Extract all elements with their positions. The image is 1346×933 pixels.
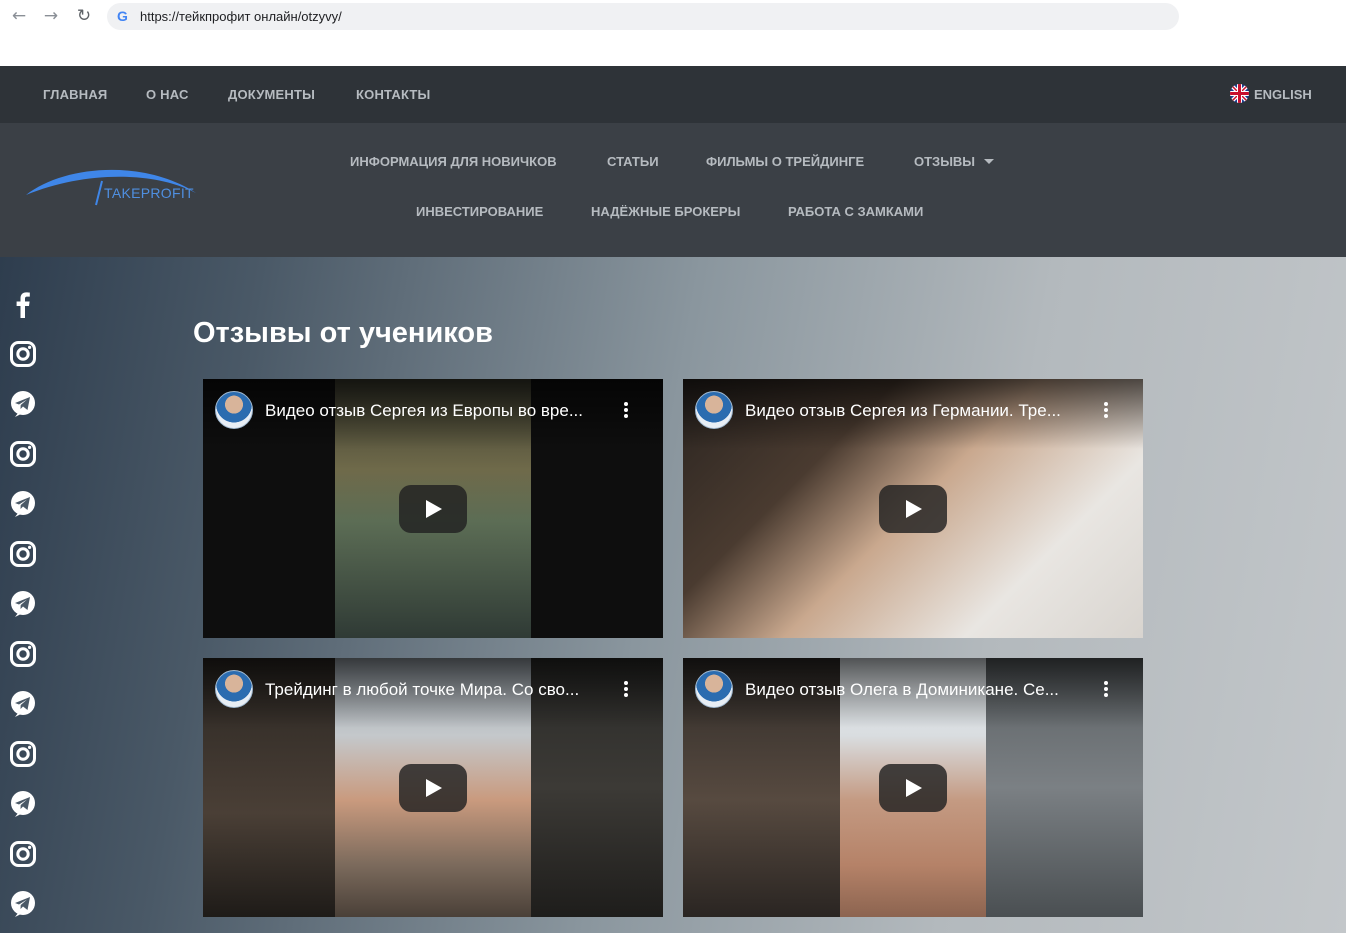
- instagram-icon[interactable]: [9, 540, 37, 568]
- takeprofit-logo[interactable]: TAKEPROFIT: [24, 163, 204, 213]
- play-button[interactable]: [399, 485, 467, 533]
- more-options-icon[interactable]: [1103, 400, 1109, 420]
- main-content: Отзывы от учеников Видео отзыв Сергея из…: [0, 257, 1346, 933]
- play-icon: [426, 500, 442, 518]
- facebook-icon[interactable]: [9, 290, 37, 318]
- more-options-icon[interactable]: [623, 400, 629, 420]
- address-bar[interactable]: G https://тейкпрофит онлайн/otzyvy/: [107, 3, 1179, 30]
- menu-item-locks[interactable]: РАБОТА С ЗАМКАМИ: [788, 204, 923, 219]
- video-title[interactable]: Трейдинг в любой точке Мира. Со сво...: [265, 680, 610, 700]
- menu-item-trading-films[interactable]: ФИЛЬМЫ О ТРЕЙДИНГЕ: [706, 154, 864, 169]
- telegram-icon[interactable]: [9, 490, 37, 518]
- video-card[interactable]: Видео отзыв Сергея из Германии. Тре...: [683, 379, 1143, 638]
- nav-item-about[interactable]: О НАС: [146, 87, 189, 102]
- play-icon: [906, 500, 922, 518]
- telegram-icon[interactable]: [9, 790, 37, 818]
- video-card[interactable]: Видео отзыв Сергея из Европы во вре...: [203, 379, 663, 638]
- telegram-icon[interactable]: [9, 590, 37, 618]
- telegram-icon[interactable]: [9, 690, 37, 718]
- menu-item-reviews[interactable]: ОТЗЫВЫ: [914, 154, 975, 169]
- channel-avatar[interactable]: [695, 391, 733, 429]
- menu-item-articles[interactable]: СТАТЬИ: [607, 154, 659, 169]
- play-button[interactable]: [879, 764, 947, 812]
- uk-flag-icon: [1230, 84, 1249, 103]
- video-card[interactable]: Видео отзыв Олега в Доминикане. Се...: [683, 658, 1143, 917]
- menu-item-brokers[interactable]: НАДЁЖНЫЕ БРОКЕРЫ: [591, 204, 740, 219]
- play-icon: [906, 779, 922, 797]
- instagram-icon[interactable]: [9, 840, 37, 868]
- top-navigation: ГЛАВНАЯ О НАС ДОКУМЕНТЫ КОНТАКТЫ ENGLISH: [0, 66, 1346, 123]
- nav-item-contacts[interactable]: КОНТАКТЫ: [356, 87, 430, 102]
- instagram-icon[interactable]: [9, 340, 37, 368]
- nav-item-home[interactable]: ГЛАВНАЯ: [43, 87, 107, 102]
- browser-toolbar: ← → ↻ G https://тейкпрофит онлайн/otzyvy…: [0, 0, 1346, 66]
- telegram-icon[interactable]: [9, 890, 37, 918]
- video-card[interactable]: Трейдинг в любой точке Мира. Со сво...: [203, 658, 663, 917]
- video-title[interactable]: Видео отзыв Олега в Доминикане. Се...: [745, 680, 1090, 700]
- more-options-icon[interactable]: [623, 679, 629, 699]
- telegram-icon[interactable]: [9, 390, 37, 418]
- play-icon: [426, 779, 442, 797]
- video-title[interactable]: Видео отзыв Сергея из Европы во вре...: [265, 401, 610, 421]
- menu-item-beginners[interactable]: ИНФОРМАЦИЯ ДЛЯ НОВИЧКОВ: [350, 154, 557, 169]
- play-button[interactable]: [399, 764, 467, 812]
- channel-avatar[interactable]: [215, 391, 253, 429]
- logo-text: TAKEPROFIT: [104, 185, 194, 201]
- instagram-icon[interactable]: [9, 440, 37, 468]
- language-label: ENGLISH: [1254, 87, 1312, 102]
- site-header: TAKEPROFIT ИНФОРМАЦИЯ ДЛЯ НОВИЧКОВ СТАТЬ…: [0, 123, 1346, 257]
- url-text[interactable]: https://тейкпрофит онлайн/otzyvy/: [140, 9, 342, 24]
- reload-icon[interactable]: ↻: [74, 6, 94, 26]
- video-title[interactable]: Видео отзыв Сергея из Германии. Тре...: [745, 401, 1090, 421]
- chevron-down-icon[interactable]: [984, 159, 994, 164]
- instagram-icon[interactable]: [9, 640, 37, 668]
- page-title: Отзывы от учеников: [193, 317, 493, 349]
- channel-avatar[interactable]: [695, 670, 733, 708]
- menu-item-investing[interactable]: ИНВЕСТИРОВАНИЕ: [416, 204, 543, 219]
- more-options-icon[interactable]: [1103, 679, 1109, 699]
- nav-item-documents[interactable]: ДОКУМЕНТЫ: [228, 87, 315, 102]
- back-arrow-icon[interactable]: ←: [9, 6, 29, 26]
- google-icon: G: [117, 8, 128, 24]
- forward-arrow-icon[interactable]: →: [41, 6, 61, 26]
- channel-avatar[interactable]: [215, 670, 253, 708]
- instagram-icon[interactable]: [9, 740, 37, 768]
- play-button[interactable]: [879, 485, 947, 533]
